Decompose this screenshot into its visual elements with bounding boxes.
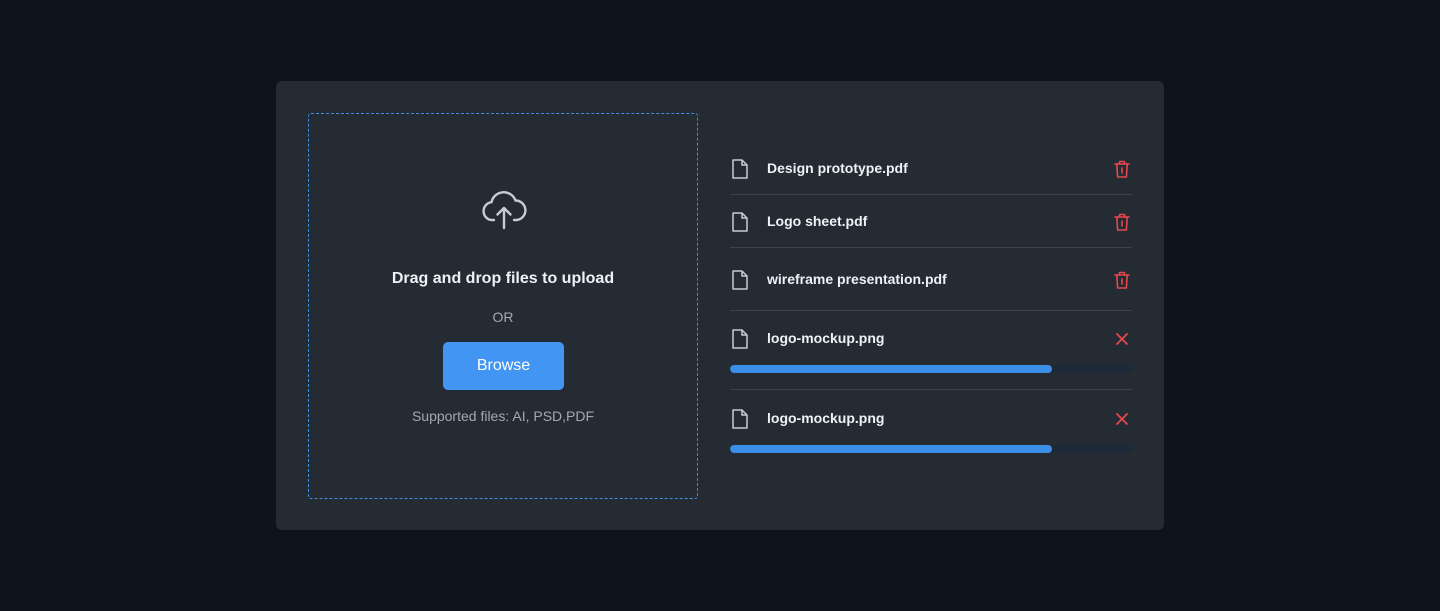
file-row: Design prototype.pdf xyxy=(730,142,1132,195)
close-icon xyxy=(1116,333,1128,345)
file-row: Logo sheet.pdf xyxy=(730,195,1132,248)
or-divider-text: OR xyxy=(492,309,514,325)
cancel-upload-button[interactable] xyxy=(1112,329,1132,349)
upload-progress-fill xyxy=(730,445,1052,453)
file-name: Design prototype.pdf xyxy=(767,160,908,176)
close-icon xyxy=(1116,413,1128,425)
dropzone[interactable]: Drag and drop files to upload OR Browse … xyxy=(308,113,698,499)
dropzone-title: Drag and drop files to upload xyxy=(391,270,615,287)
trash-icon xyxy=(1114,160,1130,178)
file-icon xyxy=(732,212,748,232)
file-row: logo-mockup.png xyxy=(730,311,1132,390)
delete-button[interactable] xyxy=(1112,159,1132,179)
trash-icon xyxy=(1114,271,1130,289)
file-icon xyxy=(732,159,748,179)
file-icon xyxy=(732,270,748,290)
file-name: wireframe presentation.pdf xyxy=(767,271,947,287)
supported-files-text: Supported files: AI, PSD,PDF xyxy=(411,408,595,424)
file-name: logo-mockup.png xyxy=(767,330,885,346)
file-icon xyxy=(732,329,748,349)
delete-button[interactable] xyxy=(1112,212,1132,232)
file-row: wireframe presentation.pdf xyxy=(730,248,1132,311)
upload-progress-bar xyxy=(730,365,1132,373)
upload-progress-bar xyxy=(730,445,1132,453)
upload-progress-fill xyxy=(730,365,1052,373)
file-name: Logo sheet.pdf xyxy=(767,213,868,229)
cloud-upload-icon xyxy=(482,191,527,230)
browse-button[interactable]: Browse xyxy=(443,342,564,390)
file-name: logo-mockup.png xyxy=(767,410,885,426)
file-row: logo-mockup.png xyxy=(730,390,1132,460)
file-icon xyxy=(732,409,748,429)
file-list: Design prototype.pdf Logo sheet.pdf wire… xyxy=(730,142,1132,460)
cancel-upload-button[interactable] xyxy=(1112,409,1132,429)
upload-card: Drag and drop files to upload OR Browse … xyxy=(276,81,1164,530)
delete-button[interactable] xyxy=(1112,270,1132,290)
trash-icon xyxy=(1114,213,1130,231)
